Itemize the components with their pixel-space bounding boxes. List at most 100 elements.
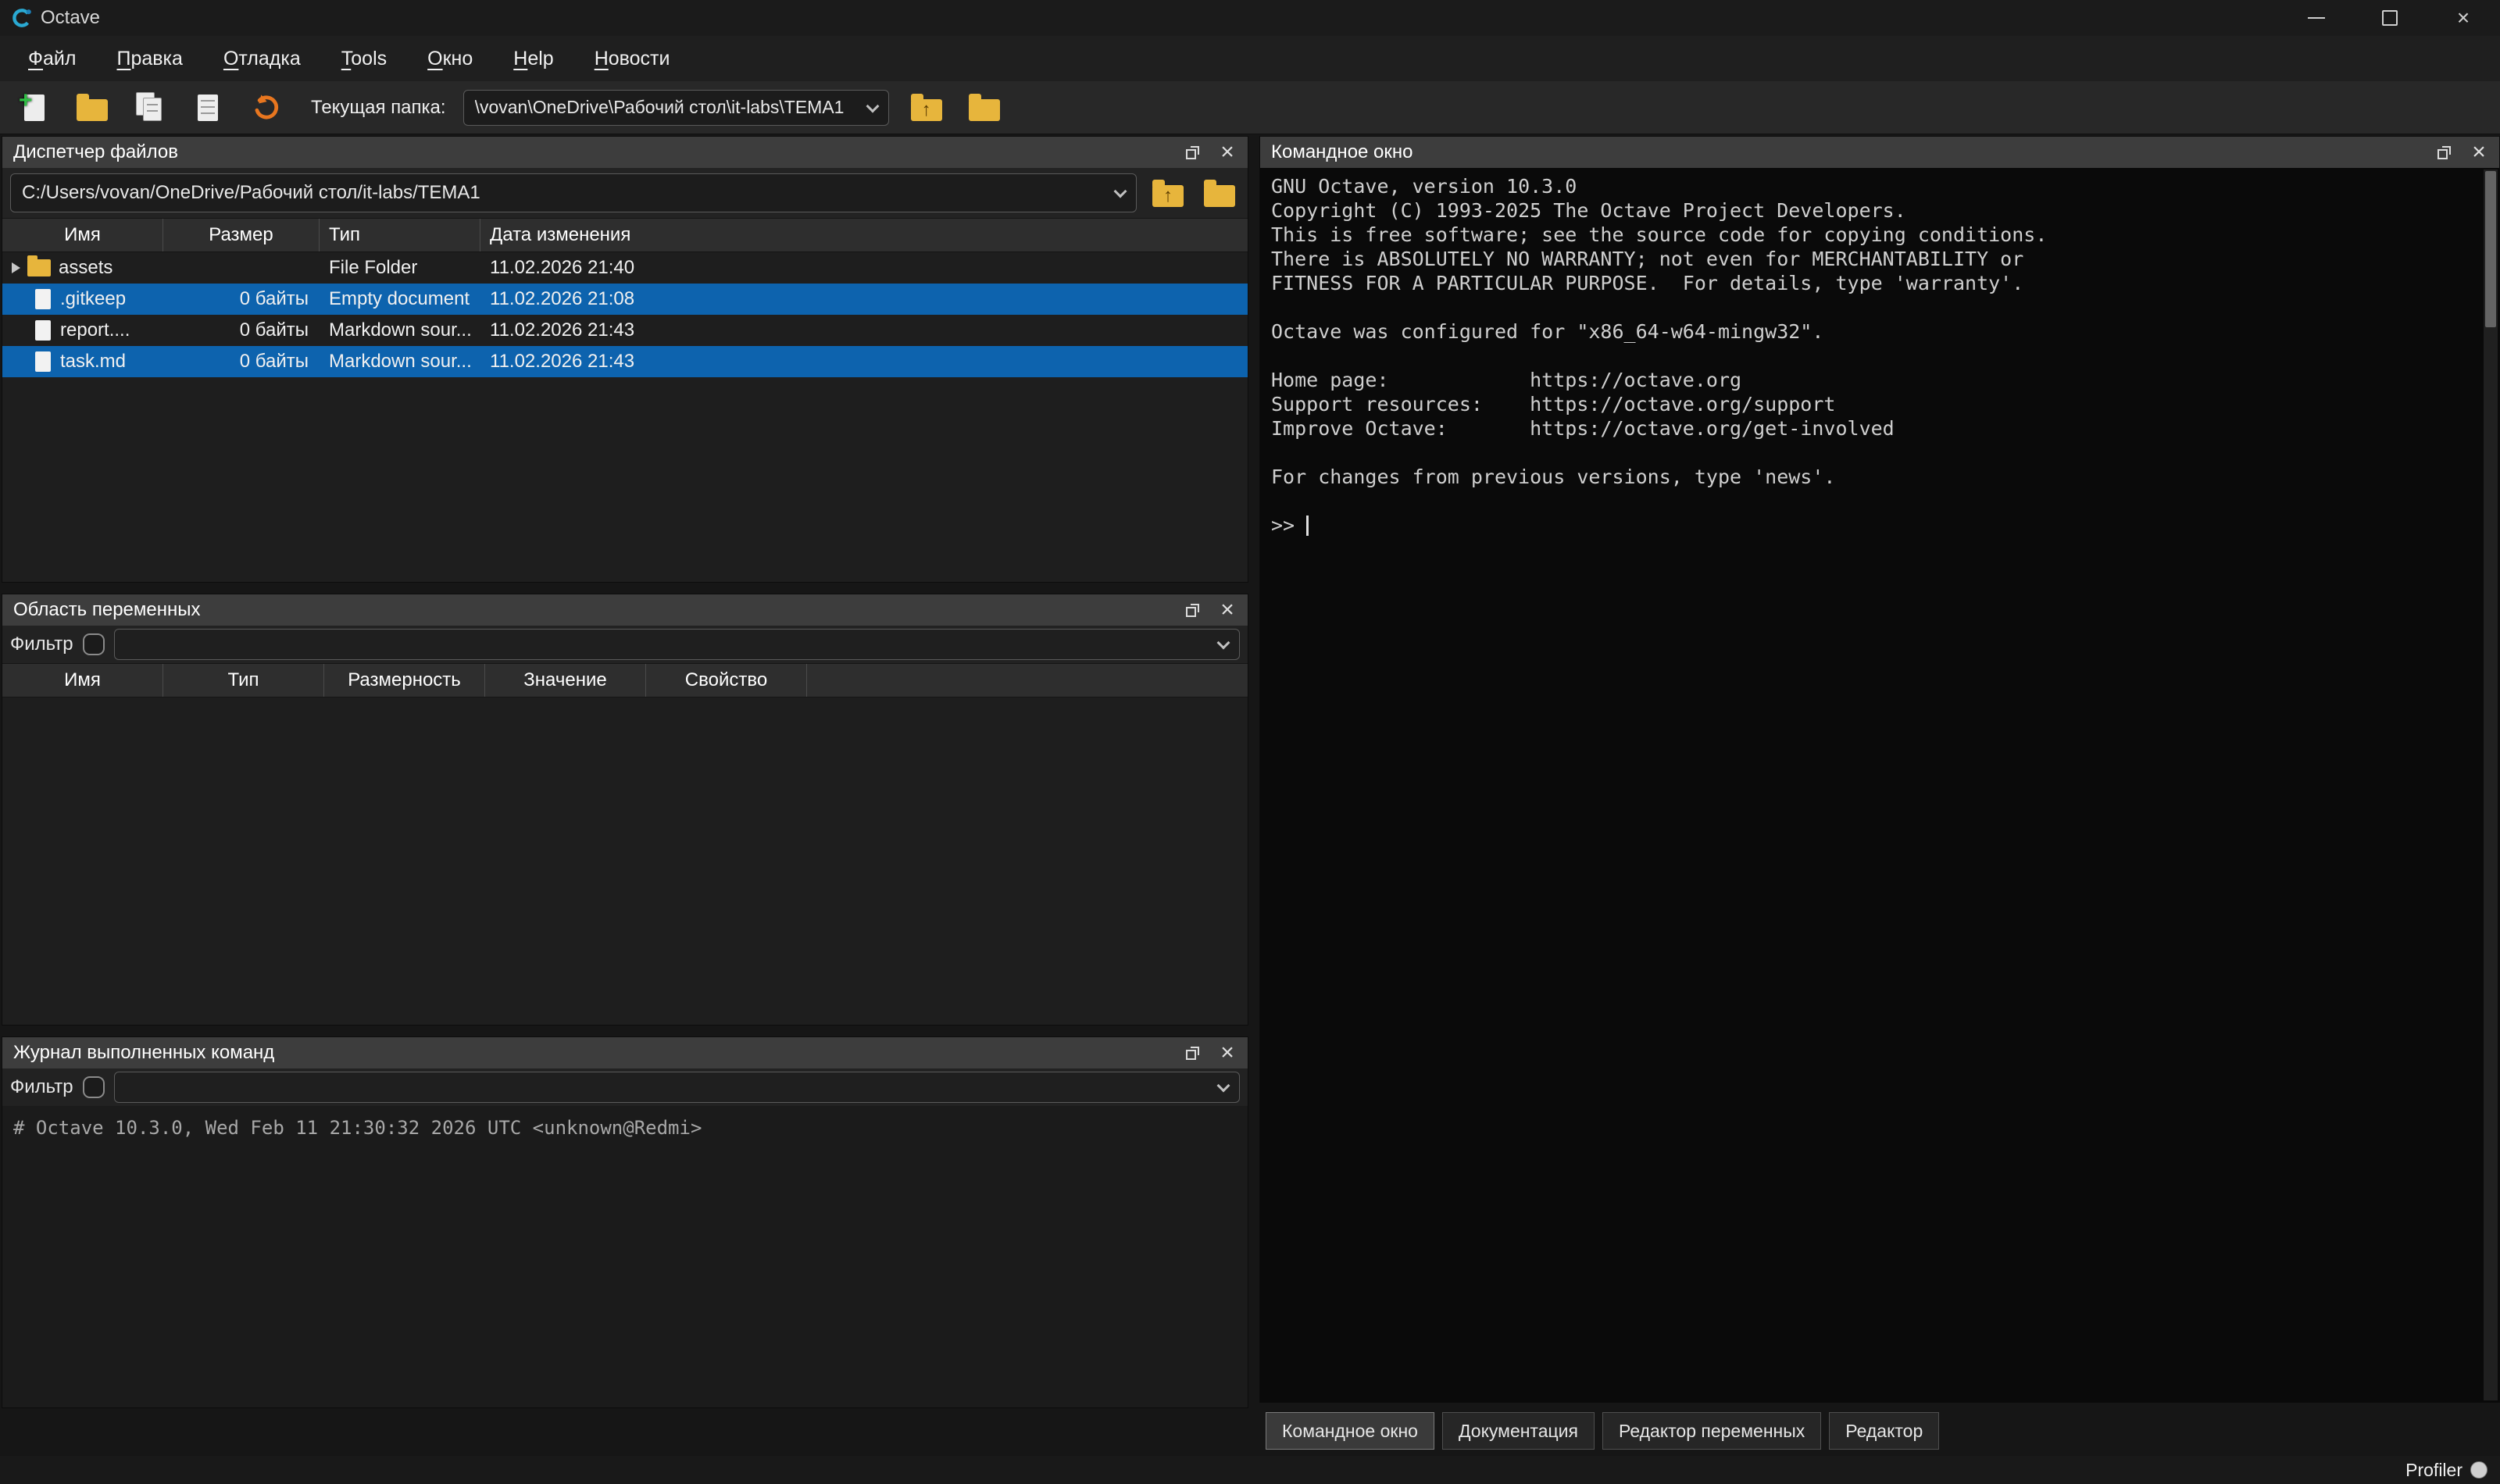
- menubar: ФайлПравкаОтладкаToolsОкноHelpНовости: [0, 36, 2500, 81]
- files-column-header-name[interactable]: Имя: [2, 219, 163, 251]
- scrollbar-thumb[interactable]: [2485, 171, 2496, 327]
- close-panel-button[interactable]: ×: [1213, 597, 1241, 623]
- file-date: 11.02.2026 21:43: [480, 346, 1248, 377]
- scrollbar-track[interactable]: [2484, 169, 2498, 1400]
- close-panel-button[interactable]: ×: [1213, 1040, 1241, 1066]
- new-script-button[interactable]: +: [14, 87, 55, 128]
- menu-debug[interactable]: Отладка: [203, 40, 321, 78]
- copy-button[interactable]: [130, 87, 170, 128]
- files-column-header-type[interactable]: Тип: [320, 219, 480, 251]
- filter-checkbox[interactable]: [83, 633, 105, 655]
- terminal-line: Copyright (C) 1993-2025 The Octave Proje…: [1271, 198, 2488, 223]
- path-combobox[interactable]: C:/Users/vovan/OneDrive/Рабочий стол/it-…: [10, 173, 1137, 212]
- history-entry[interactable]: # Octave 10.3.0, Wed Feb 11 21:30:32 202…: [13, 1115, 1237, 1140]
- filter-combobox[interactable]: [114, 629, 1240, 660]
- files-table-header: ИмяРазмерТипДата изменения: [2, 218, 1248, 252]
- tab-variable-editor[interactable]: Редактор переменных: [1602, 1412, 1821, 1450]
- tab-documentation[interactable]: Документация: [1442, 1412, 1595, 1450]
- close-panel-button[interactable]: ×: [1213, 139, 1241, 166]
- minimize-button[interactable]: [2280, 0, 2353, 36]
- file-name-cell: .gitkeep: [2, 284, 163, 315]
- terminal[interactable]: GNU Octave, version 10.3.0Copyright (C) …: [1260, 168, 2499, 1402]
- filter-combobox[interactable]: [114, 1072, 1240, 1103]
- workspace-column-header-value[interactable]: Значение: [485, 664, 646, 697]
- menu-edit[interactable]: Правка: [96, 40, 202, 78]
- tab-command-window[interactable]: Командное окно: [1266, 1412, 1434, 1450]
- file-type: Empty document: [320, 284, 480, 315]
- folder-up-icon: ↑: [1152, 185, 1184, 207]
- folder-icon: [27, 259, 51, 276]
- menu-news[interactable]: Новости: [574, 40, 691, 78]
- folder-up-button[interactable]: ↑: [906, 87, 947, 128]
- file-icon: [35, 351, 51, 372]
- terminal-prompt: >>: [1271, 513, 1295, 537]
- file-row[interactable]: assetsFile Folder11.02.2026 21:40: [2, 252, 1248, 284]
- file-name: assets: [59, 257, 112, 279]
- file-type: Markdown sour...: [320, 315, 480, 346]
- workspace-column-header-name[interactable]: Имя: [2, 664, 163, 697]
- command-window-titlebar[interactable]: Командное окно ×: [1260, 137, 2499, 168]
- workspace-title: Область переменных: [13, 599, 1173, 621]
- maximize-button[interactable]: [2353, 0, 2427, 36]
- close-button[interactable]: ×: [2427, 0, 2500, 36]
- terminal-output: GNU Octave, version 10.3.0Copyright (C) …: [1271, 174, 2488, 513]
- tab-editor[interactable]: Редактор: [1829, 1412, 1939, 1450]
- workspace-column-header-attribute[interactable]: Свойство: [646, 664, 807, 697]
- filter-checkbox[interactable]: [83, 1076, 105, 1098]
- history-titlebar[interactable]: Журнал выполненных команд ×: [2, 1037, 1248, 1068]
- current-folder-value: \vovan\OneDrive\Рабочий стол\it-labs\TEM…: [475, 97, 845, 118]
- workspace-column-header-dimension[interactable]: Размерность: [324, 664, 485, 697]
- file-date: 11.02.2026 21:08: [480, 284, 1248, 315]
- undo-button[interactable]: [245, 87, 286, 128]
- file-date: 11.02.2026 21:40: [480, 252, 1248, 284]
- files-column-header-modified[interactable]: Дата изменения: [480, 219, 1248, 251]
- path-value: C:/Users/vovan/OneDrive/Рабочий стол/it-…: [22, 182, 480, 204]
- paste-button[interactable]: [188, 87, 228, 128]
- chevron-down-icon: [1217, 637, 1230, 650]
- minimize-icon: [2308, 17, 2325, 19]
- command-window-body: GNU Octave, version 10.3.0Copyright (C) …: [1260, 168, 2499, 1402]
- menu-help[interactable]: Help: [493, 40, 573, 78]
- menu-window[interactable]: Окно: [407, 40, 493, 78]
- file-row[interactable]: task.md0 байтыMarkdown sour...11.02.2026…: [2, 346, 1248, 377]
- workspace-titlebar[interactable]: Область переменных ×: [2, 594, 1248, 626]
- file-row[interactable]: .gitkeep0 байтыEmpty document11.02.2026 …: [2, 284, 1248, 315]
- set-browser-dir-button[interactable]: [1199, 173, 1240, 213]
- command-window-title: Командное окно: [1271, 141, 2424, 163]
- workspace-table-header: ИмяТипРазмерностьЗначениеСвойство: [2, 663, 1248, 697]
- terminal-line: [1271, 344, 2488, 368]
- undock-button[interactable]: [1179, 1040, 1207, 1066]
- terminal-prompt-line[interactable]: >>: [1271, 513, 2488, 537]
- filter-label: Фильтр: [10, 1076, 73, 1098]
- chevron-down-icon: [1217, 1079, 1230, 1093]
- workspace-table-body: [2, 697, 1248, 1025]
- file-row[interactable]: report....0 байтыMarkdown sour...11.02.2…: [2, 315, 1248, 346]
- open-file-button[interactable]: [72, 87, 112, 128]
- files-column-header-size[interactable]: Размер: [163, 219, 320, 251]
- file-name-cell: task.md: [2, 346, 163, 377]
- workspace-column-header-class[interactable]: Тип: [163, 664, 324, 697]
- browse-folder-button[interactable]: [964, 87, 1005, 128]
- terminal-line: [1271, 295, 2488, 319]
- menu-file[interactable]: Файл: [8, 40, 96, 78]
- terminal-line: GNU Octave, version 10.3.0: [1271, 174, 2488, 198]
- files-table-body: assetsFile Folder11.02.2026 21:40.gitkee…: [2, 252, 1248, 582]
- undock-icon: [2436, 144, 2453, 161]
- expand-icon[interactable]: [12, 262, 20, 273]
- file-name-cell: assets: [2, 252, 163, 284]
- dir-up-button[interactable]: ↑: [1148, 173, 1188, 213]
- right-dock: Командное окно × GNU Octave, version 10.…: [1259, 136, 2500, 1456]
- terminal-line: Octave was configured for "x86_64-w64-mi…: [1271, 319, 2488, 344]
- undock-button[interactable]: [1179, 597, 1207, 623]
- close-panel-button[interactable]: ×: [2465, 139, 2493, 166]
- octave-logo-icon: [11, 7, 33, 29]
- maximize-icon: [2382, 10, 2398, 26]
- menu-tools[interactable]: Tools: [321, 40, 407, 78]
- history-list[interactable]: # Octave 10.3.0, Wed Feb 11 21:30:32 202…: [2, 1106, 1248, 1407]
- undock-button[interactable]: [1179, 139, 1207, 166]
- file-browser-titlebar[interactable]: Диспетчер файлов ×: [2, 137, 1248, 168]
- terminal-line: This is free software; see the source co…: [1271, 223, 2488, 247]
- undock-button[interactable]: [2430, 139, 2459, 166]
- current-folder-combobox[interactable]: \vovan\OneDrive\Рабочий стол\it-labs\TEM…: [463, 90, 889, 126]
- terminal-line: There is ABSOLUTELY NO WARRANTY; not eve…: [1271, 247, 2488, 271]
